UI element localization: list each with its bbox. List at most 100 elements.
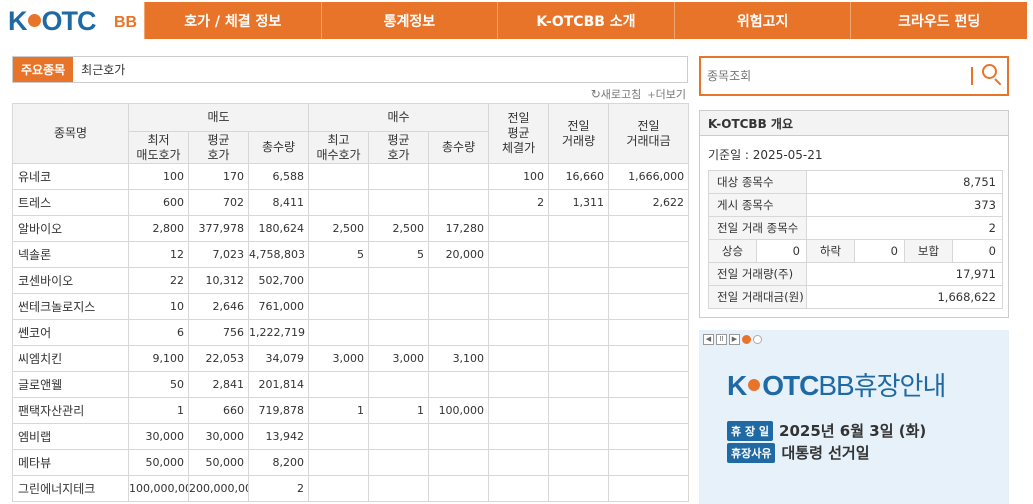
summary-date: 기준일 : 2025-05-21 <box>708 148 823 162</box>
table-cell <box>428 163 490 190</box>
table-cell: 100 <box>488 163 550 190</box>
stat-row: 전일 거래량(주) 17,971 <box>708 262 1003 286</box>
holiday-badge: 휴 장 일 <box>727 420 774 441</box>
table-row[interactable]: 트레스 600 702 8,411 2 1,311 2,622 <box>12 189 690 216</box>
table-row[interactable]: 글로앤웰 50 2,841 201,814 <box>12 371 690 398</box>
table-cell <box>608 215 690 242</box>
table-cell <box>488 423 550 450</box>
tab-recent-quotes[interactable]: 최근호가 <box>73 57 133 82</box>
stock-name[interactable]: 유네코 <box>12 163 129 190</box>
table-cell <box>548 397 610 424</box>
table-cell: 2 <box>488 189 550 216</box>
stock-name[interactable]: 썬테크놀로지스 <box>12 293 129 320</box>
more-button[interactable]: +더보기 <box>647 86 686 102</box>
table-cell: 1 <box>128 397 189 424</box>
holiday-reason: 대통령 선거일 <box>781 444 870 462</box>
stock-name[interactable]: 넥솔론 <box>12 241 129 268</box>
table-row[interactable]: 그린에너지테크100,000,000200,000,0002 <box>12 475 690 502</box>
table-row[interactable]: 유네코 100 170 6,588 100 16,660 1,666,000 <box>12 163 690 190</box>
table-cell: 7,023 <box>188 241 249 268</box>
table-cell: 660 <box>188 397 249 424</box>
table-cell: 100,000,000 <box>128 475 189 502</box>
table-cell: 16,660 <box>548 163 610 190</box>
table-cell: 13,942 <box>247 423 310 450</box>
slide-indicator[interactable] <box>742 335 751 344</box>
table-cell <box>488 267 550 294</box>
nav-crowdfunding[interactable]: 크라우드 펀딩 <box>850 2 1027 39</box>
stock-search-input[interactable] <box>707 69 971 83</box>
stock-name[interactable]: 그린에너지테크 <box>12 475 129 502</box>
table-cell: 1,311 <box>548 189 610 216</box>
nav-about[interactable]: K-OTCBB 소개 <box>497 2 674 39</box>
table-cell: 201,814 <box>247 371 310 398</box>
table-cell <box>548 241 610 268</box>
tab-major-stocks[interactable]: 주요종목 <box>13 57 74 82</box>
table-cell <box>548 345 610 372</box>
table-cell <box>308 371 370 398</box>
slide-indicator[interactable] <box>753 335 762 344</box>
table-cell <box>608 319 690 346</box>
stock-name[interactable]: 엠비랩 <box>12 423 129 450</box>
table-cell: 5 <box>368 241 430 268</box>
holiday-date-row: 휴 장 일 2025년 6월 3일 (화) <box>727 420 926 441</box>
table-cell <box>488 345 550 372</box>
nav-statistics[interactable]: 통계정보 <box>320 2 498 39</box>
stock-name[interactable]: 팬택자산관리 <box>12 397 129 424</box>
logo[interactable]: K OTC BB <box>4 2 144 38</box>
stock-name[interactable]: 쎈코어 <box>12 319 129 346</box>
next-icon[interactable]: ▶ <box>729 334 740 345</box>
nav-quote-trade[interactable]: 호가 / 체결 정보 <box>144 2 321 39</box>
stock-name[interactable]: 씨엠치킨 <box>12 345 129 372</box>
table-cell <box>368 423 430 450</box>
nav-risk-notice[interactable]: 위험고지 <box>673 2 851 39</box>
table-cell: 50,000 <box>188 449 249 476</box>
table-row[interactable]: 씨엠치킨 9,100 22,053 34,079 3,000 3,000 3,100 <box>12 345 690 372</box>
table-cell: 200,000,000 <box>188 475 249 502</box>
stat-row: 대상 종목수 8,751 <box>708 170 1003 194</box>
table-cell: 30,000 <box>128 423 189 450</box>
stock-name[interactable]: 글로앤웰 <box>12 371 129 398</box>
table-cell <box>428 293 490 320</box>
stock-name[interactable]: 알바이오 <box>12 215 129 242</box>
table-cell: 100,000 <box>428 397 490 424</box>
table-row[interactable]: 엠비랩 30,000 30,000 13,942 <box>12 423 690 450</box>
col-header-sell-low: 최저 매도호가 <box>128 131 189 164</box>
col-header-sell-avg: 평균 호가 <box>188 131 249 164</box>
table-cell <box>548 319 610 346</box>
pause-icon[interactable]: II <box>716 334 727 345</box>
table-cell <box>428 189 490 216</box>
table-cell <box>548 371 610 398</box>
holiday-banner[interactable]: ◀ II ▶ K OTCBB휴장안내 휴 장 일 2025년 6월 3일 (화) … <box>699 330 1009 504</box>
table-row[interactable]: 썬테크놀로지스 10 2,646 761,000 <box>12 293 690 320</box>
table-row[interactable]: 쎈코어 6 756 1,222,719 <box>12 319 690 346</box>
table-cell: 756 <box>188 319 249 346</box>
refresh-icon: ↻ <box>590 87 601 101</box>
table-cell: 6 <box>128 319 189 346</box>
search-icon[interactable] <box>979 62 1007 90</box>
table-cell: 3,100 <box>428 345 490 372</box>
table-cell: 50 <box>128 371 189 398</box>
table-row[interactable]: 코센바이오 22 10,312 502,700 <box>12 267 690 294</box>
table-cell <box>488 215 550 242</box>
banner-controls: ◀ II ▶ <box>703 334 762 345</box>
table-cell <box>428 475 490 502</box>
stock-name[interactable]: 코센바이오 <box>12 267 129 294</box>
table-cell: 2,622 <box>608 189 690 216</box>
refresh-button[interactable]: ↻새로고침 <box>591 86 642 102</box>
table-cell: 719,878 <box>247 397 310 424</box>
stat-row: 전일 거래 종목수 2 <box>708 216 1003 240</box>
table-row[interactable]: 팬택자산관리 1 660 719,878 1 1 100,000 <box>12 397 690 424</box>
table-cell: 9,100 <box>128 345 189 372</box>
table-cell <box>608 449 690 476</box>
stock-name[interactable]: 메타뷰 <box>12 449 129 476</box>
table-cell <box>608 371 690 398</box>
table-cell <box>548 475 610 502</box>
table-row[interactable]: 알바이오 2,800 377,978 180,624 2,500 2,500 17,280 <box>12 215 690 242</box>
table-row[interactable]: 메타뷰 50,000 50,000 8,200 <box>12 449 690 476</box>
stock-name[interactable]: 트레스 <box>12 189 129 216</box>
holiday-reason-row: 휴장사유 대통령 선거일 <box>727 442 870 463</box>
table-row[interactable]: 넥솔론 12 7,023 4,758,803 5 5 20,000 <box>12 241 690 268</box>
table-cell <box>368 475 430 502</box>
table-cell <box>368 449 430 476</box>
prev-icon[interactable]: ◀ <box>703 334 714 345</box>
